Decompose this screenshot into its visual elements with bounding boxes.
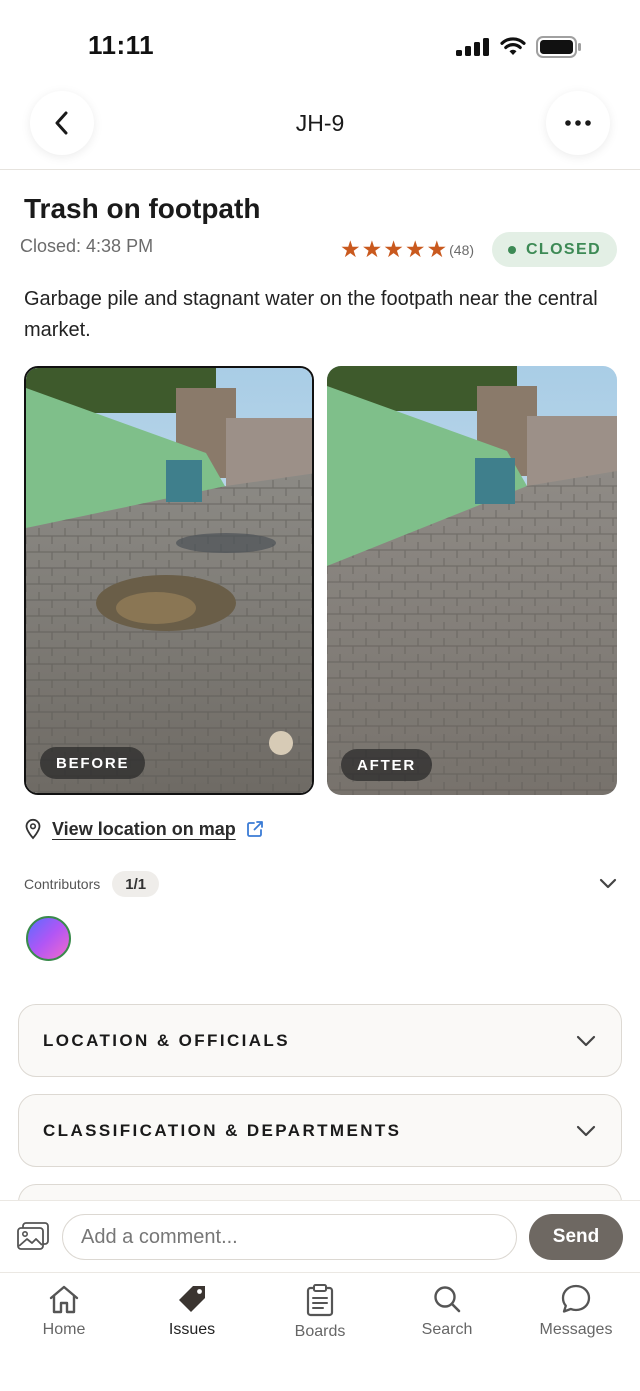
issue-title: Trash on footpath bbox=[24, 193, 261, 224]
nav-label: Search bbox=[421, 1321, 473, 1338]
nav-item-boards[interactable]: Boards bbox=[270, 1283, 370, 1341]
location-officials-section[interactable]: LOCATION & OFFICIALS bbox=[18, 1004, 622, 1077]
view-location-link[interactable]: View location on map bbox=[24, 818, 264, 840]
after-photo[interactable]: AFTER bbox=[327, 366, 617, 795]
rating: ★ ★ ★ ★ ★ (48) bbox=[340, 238, 474, 261]
status-dot-icon bbox=[507, 245, 516, 254]
external-link-icon bbox=[246, 821, 263, 837]
nav-label: Boards bbox=[294, 1323, 346, 1340]
chevron-down-icon[interactable] bbox=[598, 878, 618, 890]
nav-label: Issues bbox=[168, 1321, 216, 1338]
more-options-button[interactable] bbox=[546, 91, 610, 155]
cellular-signal-icon bbox=[456, 38, 489, 56]
status-badge-label: CLOSED bbox=[525, 240, 602, 258]
contributors-row[interactable]: Contributors 1/1 bbox=[24, 870, 618, 898]
avatar[interactable] bbox=[26, 916, 71, 961]
bottom-nav: Home Issues Boards Search Messages bbox=[0, 1272, 640, 1391]
star-icon: ★ bbox=[426, 236, 448, 262]
status-bar: 11:11 bbox=[0, 0, 640, 90]
section-label: CLASSIFICATION & DEPARTMENTS bbox=[43, 1120, 402, 1140]
page-title: JH-9 bbox=[295, 110, 345, 136]
map-pin-icon bbox=[25, 818, 41, 840]
wifi-icon bbox=[500, 37, 526, 55]
comment-bar: Send bbox=[0, 1200, 640, 1272]
nav-item-messages[interactable]: Messages bbox=[526, 1283, 626, 1339]
comment-input[interactable] bbox=[62, 1214, 517, 1260]
ellipsis-icon bbox=[565, 120, 591, 126]
rating-count: (48) bbox=[449, 241, 475, 258]
home-icon bbox=[49, 1285, 79, 1314]
nav-item-home[interactable]: Home bbox=[14, 1283, 114, 1339]
rating-stars: ★ ★ ★ ★ ★ bbox=[340, 238, 447, 261]
issue-description: Garbage pile and stagnant water on the f… bbox=[24, 288, 598, 341]
closed-time: Closed: 4:38 PM bbox=[20, 236, 154, 256]
tag-icon bbox=[179, 1286, 205, 1312]
before-label: BEFORE bbox=[40, 747, 146, 779]
after-photo-image bbox=[327, 366, 617, 795]
star-icon: ★ bbox=[340, 236, 361, 262]
chat-bubble-icon bbox=[561, 1284, 591, 1313]
nav-item-issues[interactable]: Issues bbox=[142, 1283, 242, 1339]
image-attach-icon[interactable] bbox=[16, 1221, 50, 1251]
chevron-down-icon bbox=[576, 1125, 596, 1136]
star-icon: ★ bbox=[404, 236, 426, 262]
send-button[interactable]: Send bbox=[529, 1214, 623, 1260]
contributors-count: 1/1 bbox=[112, 871, 160, 897]
classification-departments-section[interactable]: CLASSIFICATION & DEPARTMENTS bbox=[18, 1094, 622, 1167]
nav-label: Messages bbox=[539, 1321, 613, 1338]
status-time: 11:11 bbox=[88, 30, 155, 60]
section-label: LOCATION & OFFICIALS bbox=[43, 1030, 290, 1050]
before-photo[interactable]: BEFORE bbox=[24, 366, 314, 795]
status-badge: CLOSED bbox=[492, 232, 617, 267]
nav-item-search[interactable]: Search bbox=[397, 1283, 497, 1339]
contributors-label: Contributors bbox=[24, 876, 101, 892]
search-icon bbox=[434, 1286, 461, 1313]
star-icon: ★ bbox=[361, 236, 383, 262]
after-label: AFTER bbox=[341, 749, 432, 781]
chevron-down-icon bbox=[576, 1035, 596, 1046]
view-location-label[interactable]: View location on map bbox=[52, 819, 236, 840]
before-photo-image bbox=[26, 368, 312, 793]
nav-label: Home bbox=[42, 1321, 86, 1338]
star-icon: ★ bbox=[383, 236, 404, 262]
status-icons bbox=[456, 36, 582, 58]
battery-icon bbox=[536, 36, 581, 58]
clipboard-icon bbox=[306, 1284, 334, 1317]
top-header: JH-9 bbox=[0, 88, 640, 170]
